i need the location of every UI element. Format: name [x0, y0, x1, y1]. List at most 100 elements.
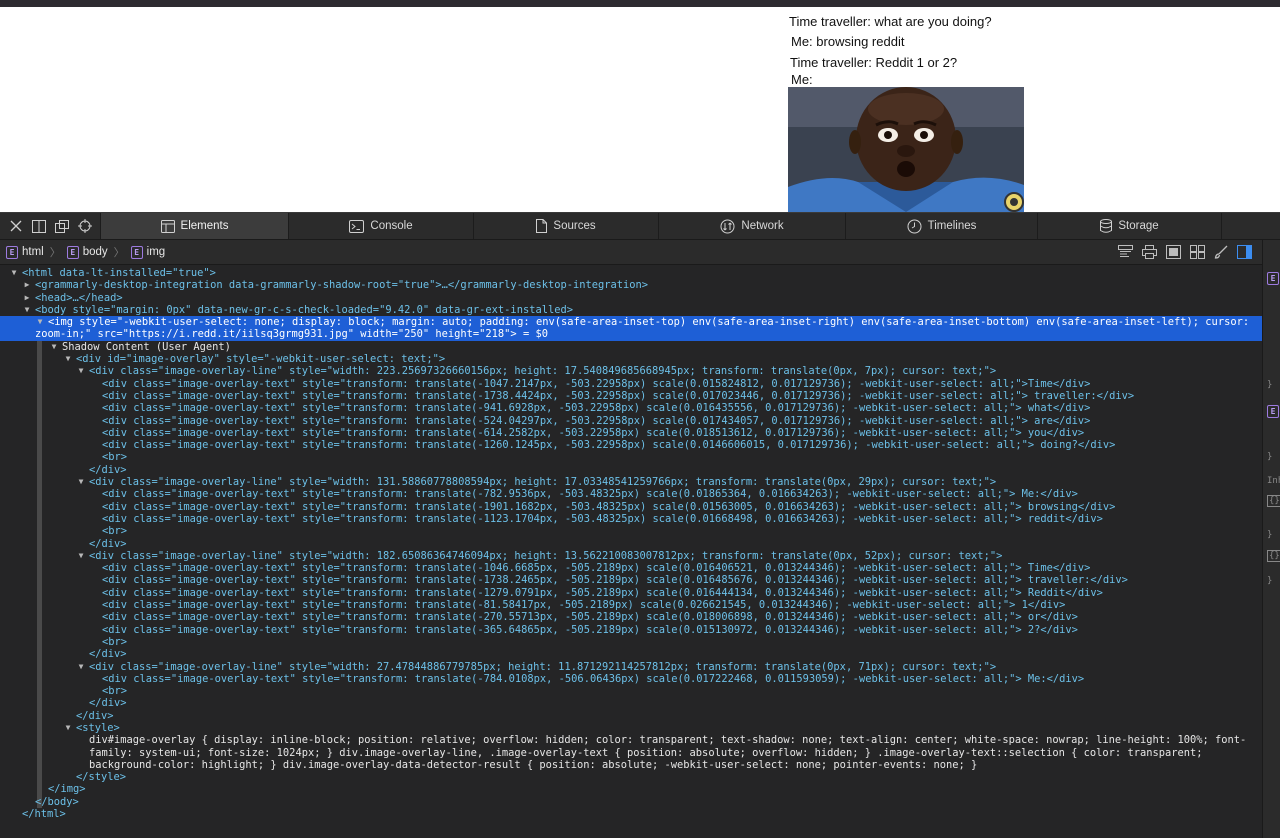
dom-node-text: <head>…</head> — [35, 291, 123, 304]
dom-node-style-text[interactable]: family: system-ui; font-size: 1024px; } … — [0, 747, 1262, 759]
dom-node-overlay-text[interactable]: <div class="image-overlay-text" style="t… — [0, 390, 1262, 402]
layers-icon[interactable] — [1118, 245, 1133, 259]
dom-node-text: div#image-overlay { display: inline-bloc… — [89, 734, 1247, 747]
dom-node-close[interactable]: </div> — [0, 538, 1262, 550]
dom-node-text: </div> — [89, 537, 127, 550]
element-icon: E — [1267, 272, 1279, 285]
undock-icon[interactable] — [54, 218, 70, 234]
composite-borders-icon[interactable] — [1166, 245, 1181, 259]
dom-node-overlay-text[interactable]: <div class="image-overlay-text" style="t… — [0, 378, 1262, 390]
dom-node-grammarly[interactable]: ▶ <grammarly-desktop-integration data-gra… — [0, 279, 1262, 291]
dom-node-image-overlay[interactable]: ▼ <div id="image-overlay" style="-webkit-… — [0, 353, 1262, 365]
dom-node-text: <div class="image-overlay-text" style="t… — [102, 672, 1085, 685]
dom-node-overlay-text[interactable]: <div class="image-overlay-text" style="t… — [0, 587, 1262, 599]
tab-console[interactable]: Console — [288, 213, 473, 239]
dom-node-shadow-content[interactable]: ▼ Shadow Content (User Agent) — [0, 341, 1262, 353]
dom-node-img-selected-continued[interactable]: zoom-in;" src="https://i.redd.it/iilsq3g… — [0, 328, 1262, 341]
tab-elements[interactable]: Elements — [100, 213, 288, 239]
dom-node-overlay-text[interactable]: <div class="image-overlay-text" style="t… — [0, 624, 1262, 636]
tab-sources[interactable]: Sources — [473, 213, 658, 239]
dom-node-text: </div> — [89, 648, 127, 661]
dom-node-html[interactable]: ▼ <html data-lt-installed="true"> — [0, 267, 1262, 279]
tab-network-label: Network — [741, 220, 784, 232]
console-icon — [349, 219, 365, 233]
dom-node-style-text[interactable]: div#image-overlay { display: inline-bloc… — [0, 734, 1262, 746]
dom-node-text: <img style="-webkit-user-select: none; d… — [48, 316, 1250, 329]
dom-node-close[interactable]: </div> — [0, 464, 1262, 476]
dom-node-overlay-text[interactable]: <div class="image-overlay-text" style="t… — [0, 562, 1262, 574]
dom-node-body[interactable]: ▼ <body style="margin: 0px" data-new-gr-c… — [0, 304, 1262, 316]
dom-node-style[interactable]: ▼ <style> — [0, 722, 1262, 734]
dom-node-text: <div class="image-overlay-text" style="t… — [102, 426, 1085, 439]
dom-node-text: background-color: highlight; } div.image… — [89, 758, 978, 771]
dom-tree: ▼ <html data-lt-installed="true"> ▶ <gramm… — [0, 265, 1262, 838]
dom-node-text: <style> — [76, 721, 120, 734]
tab-timelines-label: Timelines — [927, 220, 977, 232]
dom-node-overlay-text[interactable]: <div class="image-overlay-text" style="t… — [0, 599, 1262, 611]
dom-node-text: <div class="image-overlay-line" style="w… — [89, 365, 997, 378]
dom-node-overlay-text[interactable]: <div class="image-overlay-text" style="t… — [0, 415, 1262, 427]
tab-timelines[interactable]: Timelines — [845, 213, 1037, 239]
breadcrumb-label: img — [146, 246, 166, 258]
storage-icon — [1100, 219, 1113, 233]
dom-node-close[interactable]: </div> — [0, 697, 1262, 709]
dom-node-overlay-text[interactable]: <div class="image-overlay-text" style="t… — [0, 439, 1262, 451]
network-icon — [720, 219, 735, 233]
dom-node-overlay-text[interactable]: <div class="image-overlay-text" style="t… — [0, 427, 1262, 439]
dom-node-br[interactable]: <br> — [0, 685, 1262, 697]
dom-node-img-selected[interactable]: ▼ <img style="-webkit-user-select: none; … — [0, 316, 1262, 329]
dom-node-br[interactable]: <br> — [0, 451, 1262, 463]
dom-node-close[interactable]: </style> — [0, 771, 1262, 783]
collapse-brace-icon: } — [1267, 452, 1273, 462]
dom-node-text: <br> — [102, 685, 128, 698]
meme-image[interactable] — [788, 87, 1024, 212]
inspect-target-icon[interactable] — [77, 218, 93, 234]
dom-node-style-text[interactable]: background-color: highlight; } div.image… — [0, 759, 1262, 771]
dom-node-overlay-line[interactable]: ▼ <div class="image-overlay-line" style="… — [0, 365, 1262, 377]
dom-node-text: <grammarly-desktop-integration data-gram… — [35, 279, 649, 292]
dom-node-close[interactable]: </div> — [0, 710, 1262, 722]
print-icon[interactable] — [1142, 245, 1157, 259]
dom-node-overlay-text[interactable]: <div class="image-overlay-text" style="t… — [0, 574, 1262, 586]
dom-node-text: </div> — [89, 463, 127, 476]
tab-storage[interactable]: Storage — [1037, 213, 1222, 239]
dom-node-close[interactable]: </img> — [0, 783, 1262, 795]
dom-node-close[interactable]: </body> — [0, 796, 1262, 808]
breadcrumb-item-body[interactable]: E body — [66, 245, 108, 259]
toggle-sidebar-icon[interactable] — [1237, 245, 1252, 259]
dom-node-text: family: system-ui; font-size: 1024px; } … — [89, 746, 1203, 759]
paint-brush-icon[interactable] — [1214, 245, 1228, 259]
tab-network[interactable]: Network — [658, 213, 845, 239]
close-icon[interactable] — [8, 218, 24, 234]
dom-node-text: <div id="image-overlay" style="-webkit-u… — [76, 353, 446, 366]
dom-node-overlay-text[interactable]: <div class="image-overlay-text" style="t… — [0, 402, 1262, 414]
dom-node-text: </div> — [89, 697, 127, 710]
meme-text-line-4: Me: — [791, 72, 813, 87]
dom-node-text: <div class="image-overlay-text" style="t… — [102, 414, 1091, 427]
window-top-strip — [0, 0, 1280, 7]
dom-node-overlay-text[interactable]: <div class="image-overlay-text" style="t… — [0, 488, 1262, 500]
dom-node-text: <div class="image-overlay-text" style="t… — [102, 500, 1116, 513]
dom-node-overlay-text[interactable]: <div class="image-overlay-text" style="t… — [0, 673, 1262, 685]
dom-node-overlay-text[interactable]: <div class="image-overlay-text" style="t… — [0, 513, 1262, 525]
dom-node-close[interactable]: </html> — [0, 808, 1262, 820]
dom-node-overlay-text[interactable]: <div class="image-overlay-text" style="t… — [0, 611, 1262, 623]
breadcrumb-item-html[interactable]: E html — [6, 245, 44, 259]
dom-node-br[interactable]: <br> — [0, 525, 1262, 537]
dom-node-close[interactable]: </div> — [0, 648, 1262, 660]
dom-node-head[interactable]: ▶ <head>…</head> — [0, 292, 1262, 304]
dock-side-icon[interactable] — [31, 218, 47, 234]
dom-node-overlay-line[interactable]: ▼ <div class="image-overlay-line" style="… — [0, 550, 1262, 562]
dom-node-br[interactable]: <br> — [0, 636, 1262, 648]
tab-elements-label: Elements — [180, 220, 229, 232]
dom-node-overlay-line[interactable]: ▼ <div class="image-overlay-line" style="… — [0, 476, 1262, 488]
dom-node-text: <div class="image-overlay-text" style="t… — [102, 512, 1103, 525]
dom-node-text: <html data-lt-installed="true"> — [22, 267, 216, 279]
dom-node-overlay-line[interactable]: ▼ <div class="image-overlay-line" style="… — [0, 661, 1262, 673]
element-icon: E — [6, 245, 18, 259]
collapse-brace-icon: } — [1267, 576, 1273, 586]
dom-node-overlay-text[interactable]: <div class="image-overlay-text" style="t… — [0, 501, 1262, 513]
dom-node-text: <div class="image-overlay-text" style="t… — [102, 574, 1128, 587]
breadcrumb-item-img[interactable]: E img — [130, 245, 166, 259]
grid-overlay-icon[interactable] — [1190, 245, 1205, 259]
